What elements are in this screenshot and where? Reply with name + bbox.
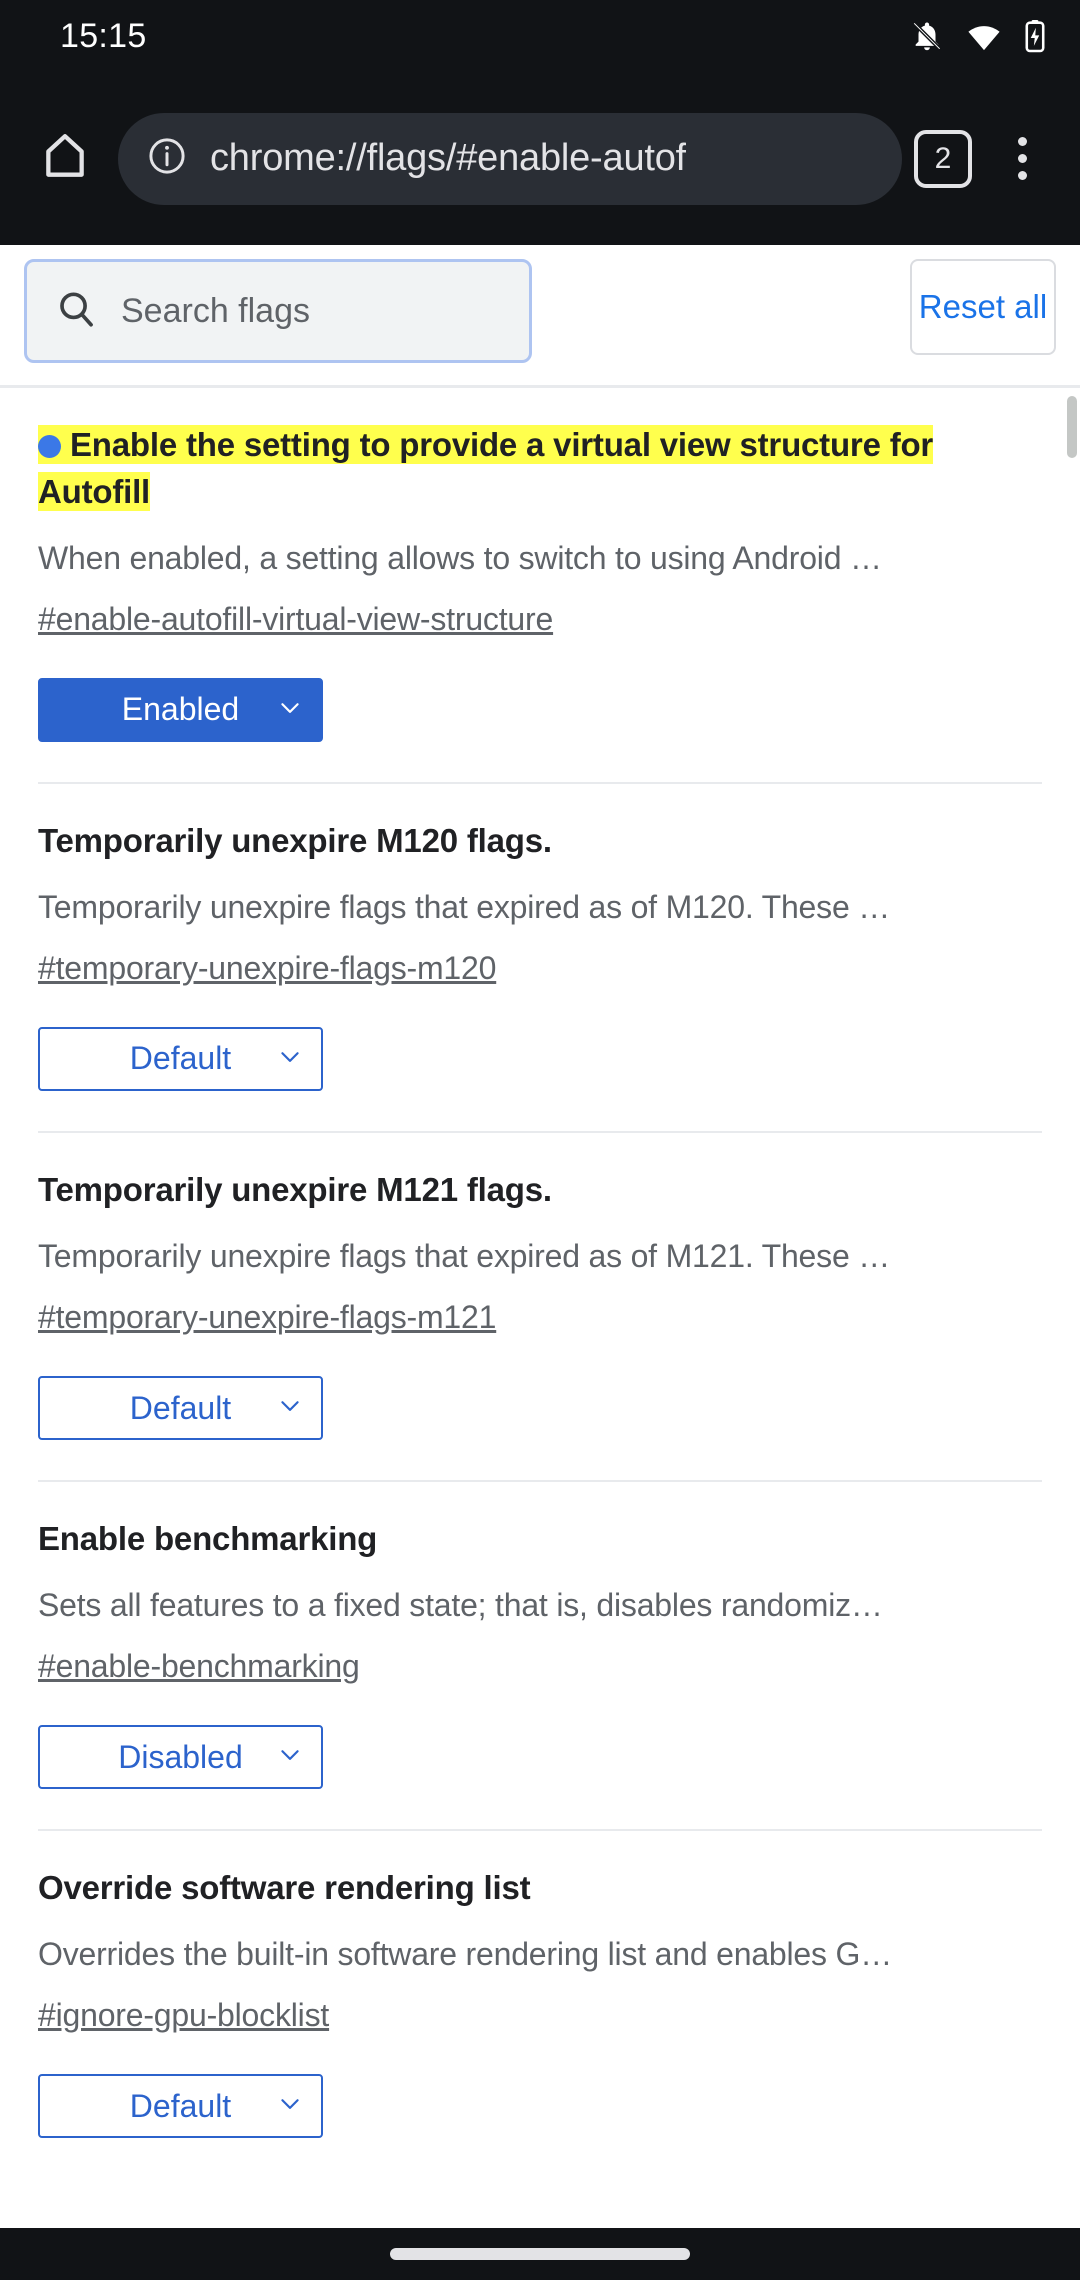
home-button[interactable] bbox=[22, 116, 108, 202]
flag-description: Temporarily unexpire flags that expired … bbox=[38, 888, 891, 925]
flag-state-select[interactable]: Default bbox=[38, 1376, 323, 1440]
flag-entry: Override software rendering list Overrid… bbox=[0, 1831, 1080, 2139]
flag-title-wrap: Enable benchmarking bbox=[38, 1516, 1042, 1563]
flag-state-select[interactable]: Enabled bbox=[38, 677, 323, 742]
flag-title-wrap: Temporarily unexpire M121 flags. bbox=[38, 1167, 1042, 1214]
status-icon-group bbox=[910, 19, 1046, 53]
flag-description: When enabled, a setting allows to switch… bbox=[38, 539, 882, 576]
chevron-down-icon bbox=[277, 1040, 303, 1077]
battery-charging-icon bbox=[1024, 19, 1046, 53]
flag-permalink[interactable]: #temporary-unexpire-flags-m120 bbox=[38, 950, 496, 987]
info-circle-icon[interactable] bbox=[146, 135, 188, 182]
search-icon bbox=[55, 288, 97, 335]
search-placeholder-text: Search flags bbox=[121, 291, 310, 330]
search-input[interactable]: Search flags bbox=[24, 259, 532, 363]
flag-permalink[interactable]: #enable-autofill-virtual-view-structure bbox=[38, 601, 553, 638]
flag-state-value: Default bbox=[129, 2087, 232, 2124]
menu-dot bbox=[1017, 137, 1027, 146]
chevron-down-icon bbox=[277, 1739, 303, 1776]
home-gesture-pill[interactable] bbox=[390, 2248, 690, 2260]
flag-select-wrap: Default bbox=[38, 1026, 1042, 1091]
menu-dot bbox=[1017, 154, 1027, 163]
flag-entry: Temporarily unexpire M121 flags. Tempora… bbox=[0, 1133, 1080, 1482]
flag-entry: Temporarily unexpire M120 flags. Tempora… bbox=[0, 784, 1080, 1133]
flags-search-row: Search flags Reset all bbox=[0, 245, 1080, 380]
chevron-down-icon bbox=[277, 1390, 303, 1427]
android-nav-bar bbox=[0, 2228, 1080, 2280]
flag-list: Enable the setting to provide a virtual … bbox=[0, 388, 1080, 2139]
scrollbar-thumb[interactable] bbox=[1067, 396, 1077, 458]
flag-state-select[interactable]: Default bbox=[38, 1026, 323, 1091]
android-status-bar: 15:15 bbox=[0, 0, 1080, 72]
flag-entry: Enable benchmarking Sets all features to… bbox=[0, 1482, 1080, 1832]
notifications-off-icon bbox=[910, 19, 944, 53]
browser-toolbar: chrome://flags/#enable-autof 2 bbox=[0, 72, 1080, 245]
flag-entry: Enable the setting to provide a virtual … bbox=[0, 388, 1080, 784]
url-text: chrome://flags/#enable-autof bbox=[210, 137, 687, 179]
reset-all-button[interactable]: Reset all bbox=[910, 259, 1056, 355]
flag-title: Temporarily unexpire M121 flags. bbox=[38, 1170, 552, 1208]
flag-description: Sets all features to a fixed state; that… bbox=[38, 1586, 883, 1623]
more-vertical-icon[interactable] bbox=[990, 119, 1054, 199]
flag-state-value: Disabled bbox=[118, 1738, 243, 1775]
home-icon bbox=[38, 129, 92, 188]
status-clock: 15:15 bbox=[60, 16, 147, 55]
flag-select-wrap: Enabled bbox=[38, 677, 1042, 742]
flag-title-wrap: Enable the setting to provide a virtual … bbox=[38, 422, 1042, 516]
flag-state-select[interactable]: Disabled bbox=[38, 1725, 323, 1790]
flag-title: Enable the setting to provide a virtual … bbox=[38, 425, 933, 511]
scrollbar[interactable] bbox=[1067, 388, 1077, 2228]
flag-description: Temporarily unexpire flags that expired … bbox=[38, 1237, 891, 1274]
flag-description: Overrides the built-in software renderin… bbox=[38, 1935, 893, 1972]
flag-state-value: Default bbox=[129, 1389, 232, 1426]
flag-permalink[interactable]: #enable-benchmarking bbox=[38, 1648, 360, 1685]
flag-status-dot-icon bbox=[38, 435, 61, 458]
flag-title: Enable benchmarking bbox=[38, 1520, 378, 1557]
wifi-icon bbox=[966, 19, 1002, 53]
tab-switcher-button[interactable]: 2 bbox=[914, 129, 972, 188]
menu-dot bbox=[1017, 171, 1027, 180]
chevron-down-icon bbox=[277, 2088, 303, 2125]
flag-title: Override software rendering list bbox=[38, 1869, 531, 1907]
flag-state-select[interactable]: Default bbox=[38, 2074, 323, 2139]
phone-screen: 15:15 chrome://flags/#enable-autof 2 Sea… bbox=[0, 0, 1080, 2280]
flag-state-value: Enabled bbox=[121, 691, 240, 728]
flag-title-wrap: Override software rendering list bbox=[38, 1865, 1042, 1912]
flag-state-value: Default bbox=[129, 1040, 232, 1077]
flag-select-wrap: Disabled bbox=[38, 1725, 1042, 1790]
flag-title-wrap: Temporarily unexpire M120 flags. bbox=[38, 818, 1042, 865]
flag-permalink[interactable]: #temporary-unexpire-flags-m121 bbox=[38, 1299, 496, 1336]
flag-title-text: Enable the setting to provide a virtual … bbox=[38, 426, 934, 510]
url-bar[interactable]: chrome://flags/#enable-autof bbox=[118, 112, 902, 205]
flag-permalink[interactable]: #ignore-gpu-blocklist bbox=[38, 1997, 329, 2034]
flags-page: Search flags Reset all Enable the settin… bbox=[0, 245, 1080, 2228]
flag-title: Temporarily unexpire M120 flags. bbox=[38, 821, 552, 859]
flag-select-wrap: Default bbox=[38, 1376, 1042, 1440]
chevron-down-icon bbox=[277, 691, 303, 728]
flag-select-wrap: Default bbox=[38, 2074, 1042, 2139]
